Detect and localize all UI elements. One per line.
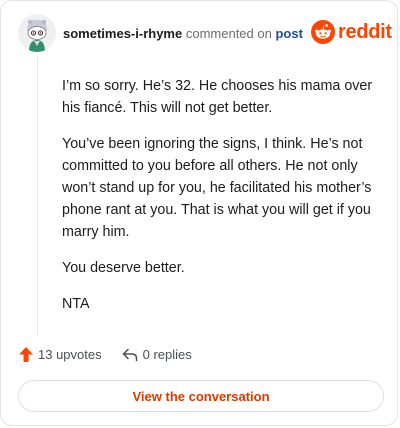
comment-actions: 13 upvotes 0 replies [19,347,212,362]
upvote-arrow-icon [19,347,33,362]
comment-paragraph: You deserve better. [62,260,185,276]
upvote-count: 13 upvotes [38,347,102,362]
comment-paragraph: I’m so sorry. He’s 32. He chooses his ma… [62,78,373,116]
reddit-wordmark: reddit [338,20,392,43]
reply-count: 0 replies [142,347,192,362]
user-avatar[interactable] [18,14,56,52]
post-link[interactable]: post [275,26,302,41]
commented-on-label: commented on [185,26,272,41]
reddit-logo[interactable]: reddit [311,20,392,44]
comment-header: sometimes-i-rhyme commented on post [63,26,303,42]
comment-paragraph: You’ve been ignoring the signs, I think.… [62,136,372,240]
upvote-button[interactable]: 13 upvotes [19,347,102,362]
snoo-avatar-icon [18,14,56,52]
username-link[interactable]: sometimes-i-rhyme [63,26,182,41]
comment-card: sometimes-i-rhyme commented on post redd… [0,0,398,426]
reply-button[interactable]: 0 replies [122,347,192,362]
reddit-snoo-icon [311,20,335,44]
thread-line [37,57,38,335]
view-conversation-button[interactable]: View the conversation [18,380,384,412]
comment-paragraph: NTA [62,296,90,312]
comment-body: I’m so sorry. He’s 32. He chooses his ma… [62,75,382,329]
reply-arrow-icon [122,348,137,361]
